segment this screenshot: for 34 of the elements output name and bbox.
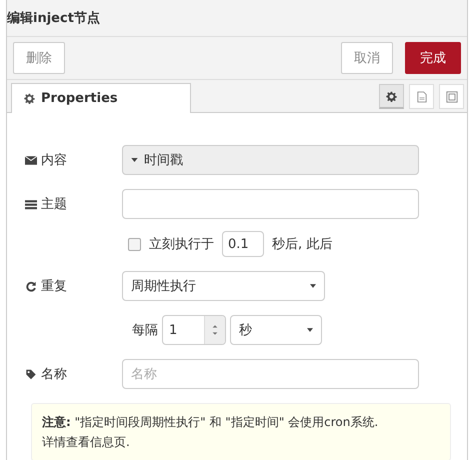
done-button[interactable]: 完成 bbox=[405, 42, 461, 74]
caret-icon bbox=[307, 328, 313, 332]
settings-button[interactable] bbox=[379, 84, 404, 109]
interval-spinner[interactable]: 1 bbox=[162, 315, 226, 345]
name-field[interactable]: 名称 bbox=[122, 359, 419, 389]
topic-field[interactable] bbox=[122, 189, 419, 219]
frame-button[interactable] bbox=[439, 84, 464, 109]
gear-icon bbox=[24, 93, 35, 104]
tag-icon bbox=[25, 368, 37, 380]
envelope-icon bbox=[25, 154, 37, 166]
delay-field[interactable]: 0.1 bbox=[222, 231, 264, 257]
caret-icon bbox=[131, 158, 138, 162]
window-title: 编辑inject节点 bbox=[7, 10, 100, 27]
toolbar-button[interactable]: 删除 bbox=[13, 42, 65, 74]
properties-tab[interactable]: Properties bbox=[11, 83, 191, 113]
field-label: 重复 bbox=[41, 278, 67, 295]
checkbox-label: 立刻执行于 bbox=[149, 236, 214, 253]
list-icon bbox=[25, 198, 37, 210]
gear-icon bbox=[386, 90, 397, 102]
checkbox[interactable] bbox=[128, 238, 141, 250]
unit-select[interactable]: 秒 bbox=[230, 315, 322, 345]
field-label: 主题 bbox=[41, 196, 67, 213]
interval-label: 每隔 bbox=[132, 322, 158, 339]
caret-icon bbox=[310, 284, 316, 288]
repeat-select[interactable]: 周期性执行 bbox=[122, 271, 325, 301]
refresh-icon bbox=[25, 280, 37, 292]
field-label: 内容 bbox=[41, 152, 67, 169]
field-label: 名称 bbox=[41, 366, 67, 383]
delay-suffix: 秒后, 此后 bbox=[272, 236, 332, 253]
document-button[interactable] bbox=[409, 84, 434, 109]
frame-icon bbox=[446, 90, 458, 102]
toolbar-button[interactable]: 取消 bbox=[341, 42, 393, 74]
note-text: 注意: "指定时间段周期性执行" 和 "指定时间" 会使用cron系统. 详情查看信息页. bbox=[42, 414, 380, 451]
document-icon bbox=[416, 90, 426, 102]
